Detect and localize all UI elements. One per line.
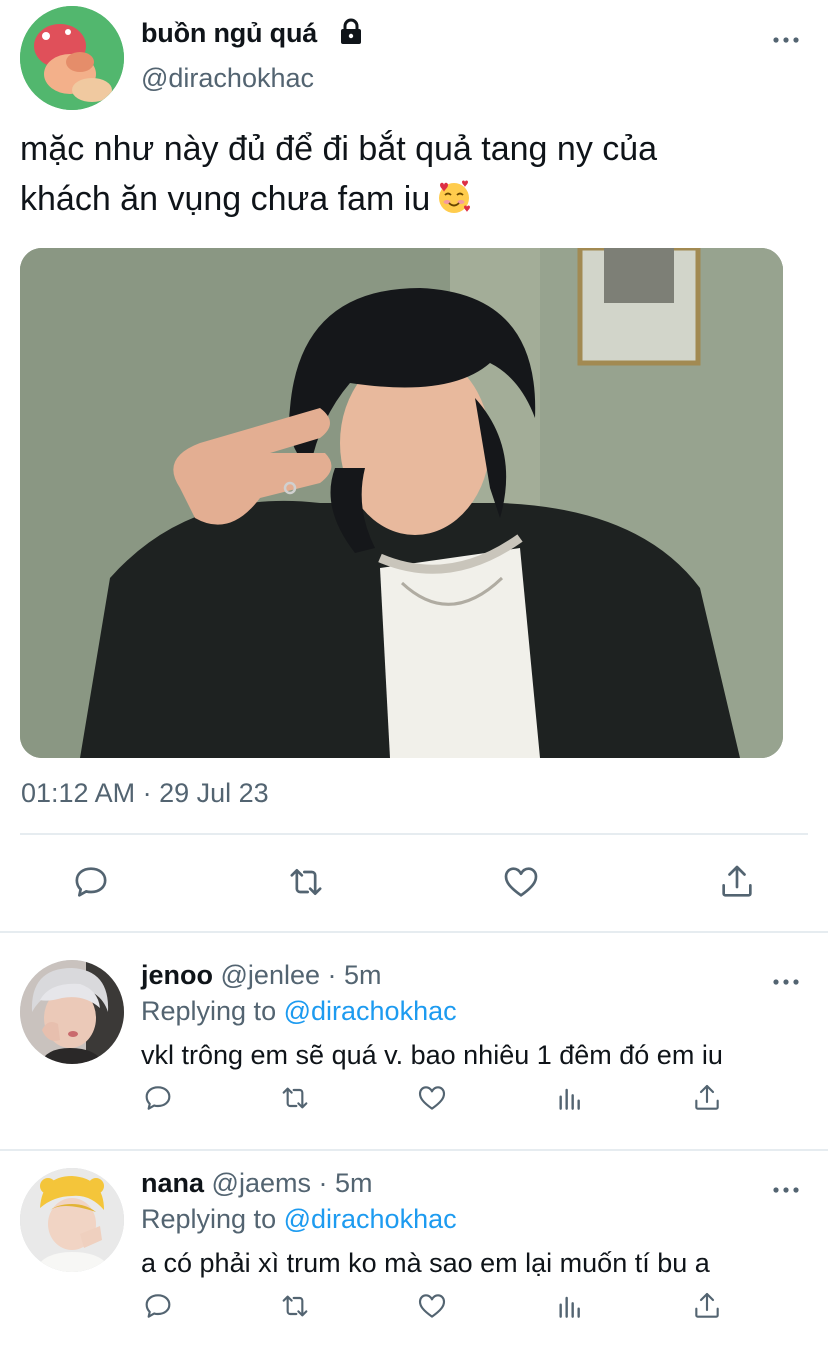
reply-time[interactable]: · 5m bbox=[319, 1168, 373, 1198]
reply-time[interactable]: · 5m bbox=[328, 960, 382, 990]
analytics-icon bbox=[559, 1296, 580, 1318]
share-icon bbox=[695, 1084, 719, 1110]
analytics-icon bbox=[559, 1088, 580, 1110]
reply-header: jenoo @jenlee · 5m bbox=[141, 960, 382, 991]
retweet-icon bbox=[282, 1295, 308, 1317]
retweet-button[interactable] bbox=[277, 1288, 313, 1324]
share-button[interactable] bbox=[689, 1080, 725, 1116]
replying-to: Replying to @dirachokhac bbox=[141, 996, 457, 1027]
like-icon bbox=[418, 1294, 446, 1318]
retweet-button[interactable] bbox=[284, 860, 328, 904]
reply-display-name[interactable]: jenoo bbox=[141, 960, 213, 990]
share-button[interactable] bbox=[715, 860, 759, 904]
reply-icon bbox=[145, 1294, 171, 1318]
like-icon bbox=[418, 1086, 446, 1110]
like-icon bbox=[504, 867, 538, 897]
analytics-button[interactable] bbox=[552, 1080, 588, 1116]
lock-icon bbox=[338, 18, 364, 46]
more-options-icon[interactable] bbox=[770, 1174, 802, 1206]
avatar[interactable] bbox=[20, 6, 124, 110]
reply-handle[interactable]: @jenlee bbox=[221, 960, 320, 990]
share-icon bbox=[695, 1292, 719, 1318]
retweet-icon bbox=[290, 869, 322, 895]
more-options-icon[interactable] bbox=[770, 24, 802, 56]
tweet-photo[interactable] bbox=[20, 248, 783, 758]
timestamp[interactable]: 01:12 AM · 29 Jul 23 bbox=[21, 778, 269, 809]
smiling-face-with-hearts-icon bbox=[436, 179, 472, 215]
reply-text: a có phải xì trum ko mà sao em lại muốn … bbox=[141, 1248, 710, 1278]
section-divider bbox=[0, 1149, 828, 1151]
main-tweet: buồn ngủ quá @dirachokhac mặc như này đủ… bbox=[0, 0, 828, 930]
avatar[interactable] bbox=[20, 1168, 124, 1272]
replying-to-label: Replying to bbox=[141, 1204, 277, 1234]
divider bbox=[20, 833, 808, 835]
reply-display-name[interactable]: nana bbox=[141, 1168, 204, 1198]
retweet-icon bbox=[282, 1087, 308, 1109]
tweet-text-line: khách ăn vụng chưa fam iu bbox=[20, 174, 800, 224]
avatar[interactable] bbox=[20, 960, 124, 1064]
section-divider bbox=[0, 931, 828, 933]
reply-text: vkl trông em sẽ quá v. bao nhiêu 1 đêm đ… bbox=[141, 1040, 723, 1070]
tweet-text-segment: khách ăn vụng chưa fam iu bbox=[20, 180, 431, 218]
reply-icon bbox=[75, 867, 107, 897]
retweet-button[interactable] bbox=[277, 1080, 313, 1116]
analytics-button[interactable] bbox=[552, 1288, 588, 1324]
handle[interactable]: @dirachokhac bbox=[141, 63, 314, 94]
reply-button[interactable] bbox=[69, 860, 113, 904]
replying-to-label: Replying to bbox=[141, 996, 277, 1026]
reply-button[interactable] bbox=[140, 1288, 176, 1324]
like-button[interactable] bbox=[414, 1288, 450, 1324]
share-button[interactable] bbox=[689, 1288, 725, 1324]
like-button[interactable] bbox=[414, 1080, 450, 1116]
reply-tweet[interactable]: nana @jaems · 5m Replying to @dirachokha… bbox=[0, 1168, 828, 1355]
tweet-text: mặc như này đủ để đi bắt quả tang ny của… bbox=[20, 124, 800, 224]
display-name[interactable]: buồn ngủ quá bbox=[141, 18, 317, 49]
like-button[interactable] bbox=[499, 860, 543, 904]
replying-to: Replying to @dirachokhac bbox=[141, 1204, 457, 1235]
reply-tweet[interactable]: jenoo @jenlee · 5m Replying to @dirachok… bbox=[0, 960, 828, 1165]
tweet-text-line: mặc như này đủ để đi bắt quả tang ny của bbox=[20, 130, 658, 168]
mention-link[interactable]: @dirachokhac bbox=[284, 996, 457, 1026]
more-options-icon[interactable] bbox=[770, 966, 802, 998]
reply-icon bbox=[145, 1086, 171, 1110]
reply-header: nana @jaems · 5m bbox=[141, 1168, 373, 1199]
reply-handle[interactable]: @jaems bbox=[212, 1168, 311, 1198]
mention-link[interactable]: @dirachokhac bbox=[284, 1204, 457, 1234]
reply-button[interactable] bbox=[140, 1080, 176, 1116]
share-icon bbox=[722, 865, 752, 897]
